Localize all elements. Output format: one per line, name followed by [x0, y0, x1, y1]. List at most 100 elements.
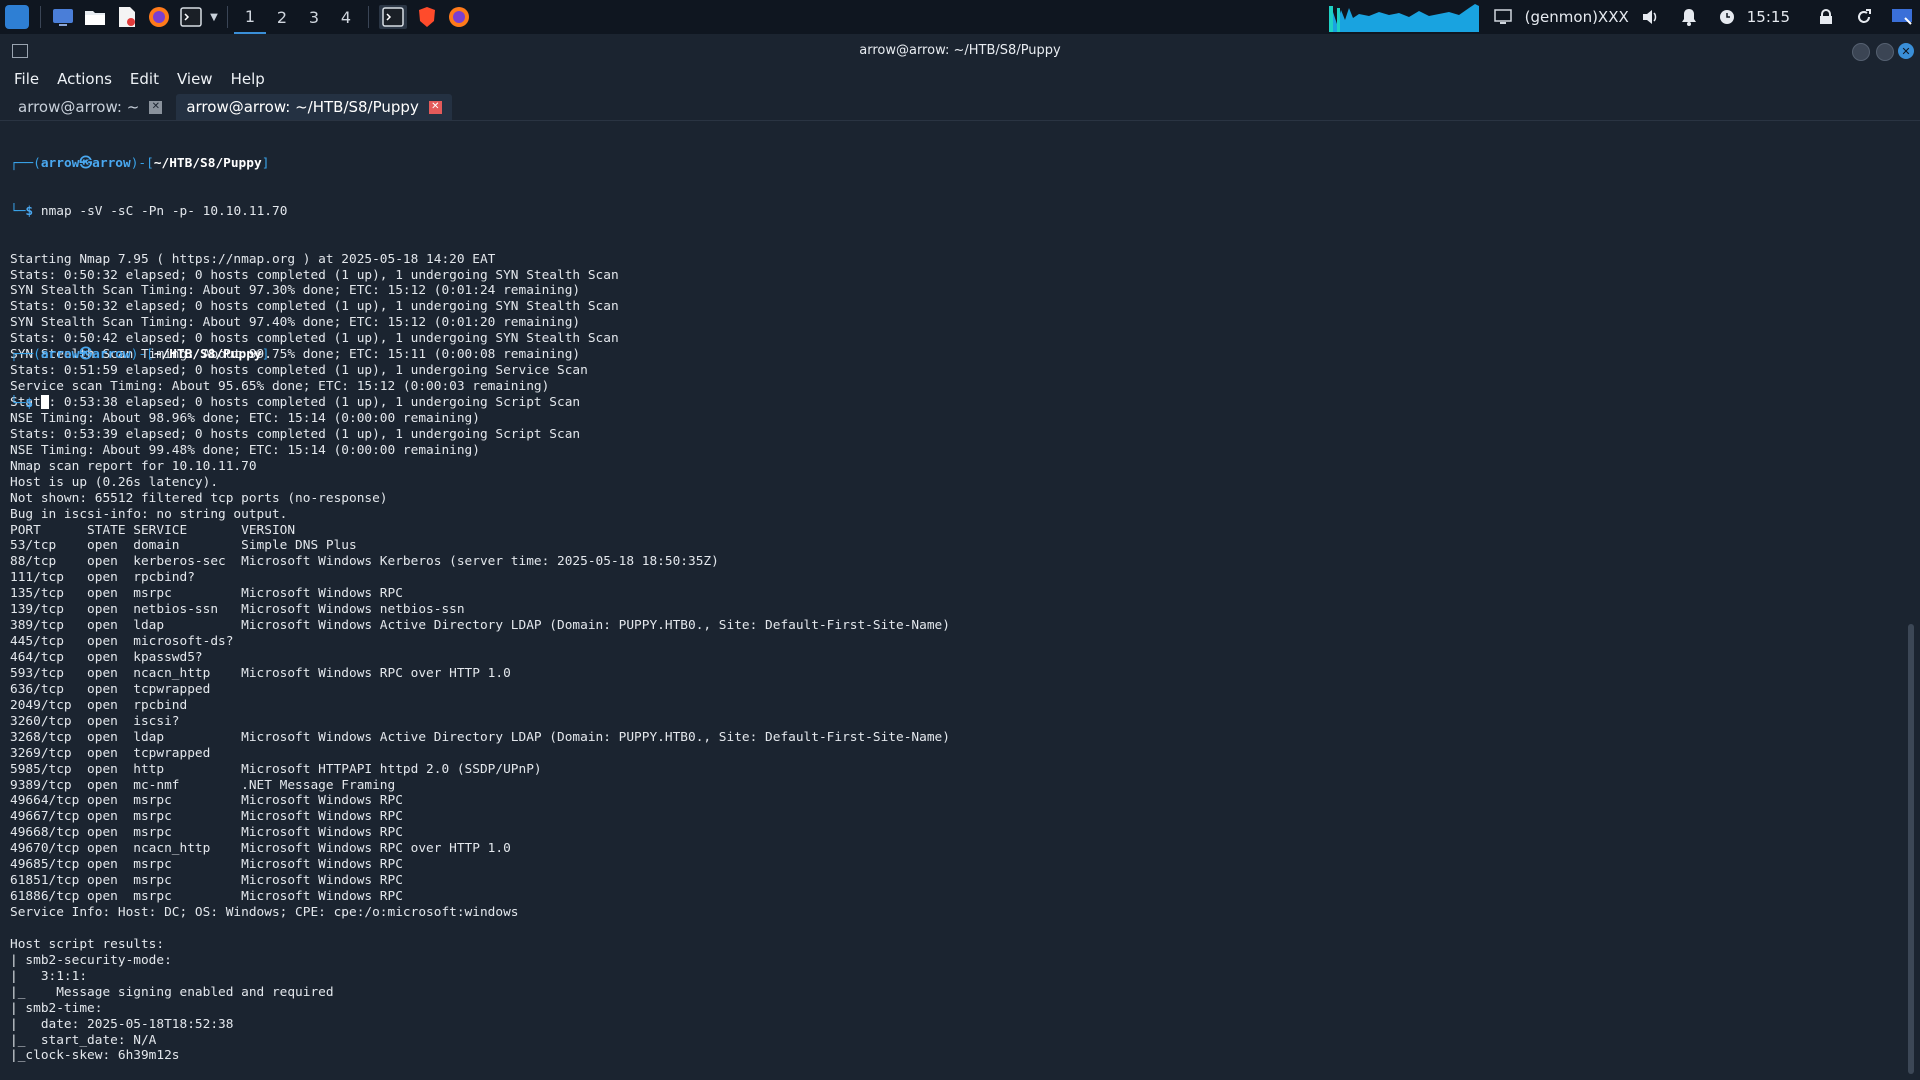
kali-dragon-icon: [5, 5, 29, 29]
output-line: SYN Stealth Scan Timing: About 97.40% do…: [10, 315, 581, 331]
taskbar-terminal[interactable]: [379, 5, 407, 29]
output-line: Service Info: Host: DC; OS: Windows; CPE…: [10, 905, 519, 921]
logout-button[interactable]: [1890, 5, 1914, 29]
text-cursor: [40, 395, 49, 410]
refresh-icon: [1858, 9, 1871, 23]
output-line: 5985/tcp open http Microsoft HTTPAPI htt…: [10, 761, 542, 777]
prompt-host: arrow: [92, 347, 131, 363]
workspace-1[interactable]: 1: [234, 0, 266, 34]
panel-clock[interactable]: 15:15: [1747, 8, 1790, 26]
close-icon: ✕: [151, 101, 161, 112]
output-line: 49670/tcp open ncacn_http Microsoft Wind…: [10, 841, 511, 857]
tab-label: arrow@arrow: ~: [18, 98, 140, 116]
output-line: 61851/tcp open msrpc Microsoft Windows R…: [10, 873, 403, 889]
output-line: 139/tcp open netbios-ssn Microsoft Windo…: [10, 602, 465, 618]
output-line: PORT STATE SERVICE VERSION: [10, 522, 296, 538]
brave-icon: [419, 7, 435, 27]
tab-home[interactable]: arrow@arrow: ~ ✕: [8, 94, 172, 120]
tab-close-button[interactable]: ✕: [428, 100, 442, 114]
terminal-output[interactable]: ┌──(arrow㉿arrow)-[~/HTB/S8/Puppy] └─$ nm…: [10, 124, 1900, 1080]
firefox-icon: [149, 7, 169, 27]
menu-view[interactable]: View: [177, 70, 213, 88]
output-line: Not shown: 65512 filtered tcp ports (no-…: [10, 490, 388, 506]
output-line: 88/tcp open kerberos-sec Microsoft Windo…: [10, 554, 719, 570]
minimize-button[interactable]: [1852, 43, 1870, 61]
refresh-button[interactable]: [1852, 5, 1876, 29]
output-line: Host script results:: [10, 936, 165, 952]
output-line: 3268/tcp open ldap Microsoft Windows Act…: [10, 729, 950, 745]
menu-bar: File Actions Edit View Help: [0, 68, 1920, 90]
output-line: 3269/tcp open tcpwrapped: [10, 745, 211, 761]
output-line: 389/tcp open ldap Microsoft Windows Acti…: [10, 618, 950, 634]
document-icon: [119, 7, 135, 27]
output-line: 49664/tcp open msrpc Microsoft Windows R…: [10, 793, 403, 809]
power-monitor-icon: [1892, 9, 1912, 25]
output-line: 464/tcp open kpasswd5?: [10, 650, 203, 666]
menu-help[interactable]: Help: [231, 70, 265, 88]
panel-separator: [40, 6, 41, 28]
file-manager-launcher[interactable]: [83, 5, 107, 29]
window-title: arrow@arrow: ~/HTB/S8/Puppy: [859, 43, 1061, 58]
maximize-button[interactable]: [1876, 43, 1894, 61]
clock-icon: [1719, 10, 1734, 24]
show-desktop-button[interactable]: [51, 5, 75, 29]
terminal-launcher[interactable]: [179, 5, 203, 29]
text-editor-launcher[interactable]: [115, 5, 139, 29]
taskbar-brave[interactable]: [415, 5, 439, 29]
tab-puppy[interactable]: arrow@arrow: ~/HTB/S8/Puppy ✕: [176, 94, 452, 120]
prompt-line-2: └─$ nmap -sV -sC -Pn -p- 10.10.11.70: [10, 203, 288, 219]
tab-bar: arrow@arrow: ~ ✕ arrow@arrow: ~/HTB/S8/P…: [0, 90, 1920, 121]
speaker-icon: [1642, 10, 1657, 24]
firefox-launcher[interactable]: [147, 5, 171, 29]
output-line: SYN Stealth Scan Timing: About 97.30% do…: [10, 283, 581, 299]
output-line: Stats: 0:50:42 elapsed; 0 hosts complete…: [10, 331, 619, 347]
lock-screen-button[interactable]: [1814, 5, 1838, 29]
output-line: |_ Message signing enabled and required: [10, 984, 334, 1000]
genmon-label[interactable]: (genmon)XXX: [1525, 8, 1629, 26]
desktop-icon: [53, 9, 73, 26]
output-line: 3260/tcp open iscsi?: [10, 713, 180, 729]
window-titlebar[interactable]: arrow@arrow: ~/HTB/S8/Puppy ✕: [0, 34, 1920, 68]
output-line: 2049/tcp open rpcbind: [10, 697, 188, 713]
scrollbar[interactable]: [1908, 624, 1914, 1074]
workspace-4[interactable]: 4: [330, 0, 362, 34]
notifications-button[interactable]: [1677, 5, 1701, 29]
close-button[interactable]: ✕: [1898, 43, 1914, 59]
prompt-user: arrow: [40, 155, 80, 171]
output-line: Nmap scan report for 10.10.11.70: [10, 458, 257, 474]
top-panel: ▼ 1 2 3 4 (genmon)XXX 15:15: [0, 0, 1920, 34]
bell-icon: [1681, 9, 1696, 26]
display-indicator[interactable]: [1491, 5, 1515, 29]
taskbar-firefox[interactable]: [447, 5, 471, 29]
output-line: Stats: 0:50:32 elapsed; 0 hosts complete…: [10, 267, 619, 283]
output-line: Service scan Timing: About 95.65% done; …: [10, 379, 550, 395]
output-line: |_ start_date: N/A: [10, 1032, 157, 1048]
menu-file[interactable]: File: [14, 70, 39, 88]
tab-close-button[interactable]: ✕: [149, 100, 163, 114]
command-output: Starting Nmap 7.95 ( https://nmap.org ) …: [10, 251, 1900, 1064]
panel-separator: [368, 6, 369, 28]
menu-edit[interactable]: Edit: [130, 70, 159, 88]
prompt-user: arrow: [40, 347, 80, 363]
workspace-3[interactable]: 3: [298, 0, 330, 34]
volume-control[interactable]: [1639, 5, 1663, 29]
terminal-window: arrow@arrow: ~/HTB/S8/Puppy ✕ File Actio…: [0, 34, 1920, 1080]
output-line: Starting Nmap 7.95 ( https://nmap.org ) …: [10, 251, 496, 267]
launcher-dropdown[interactable]: ▼: [207, 0, 221, 34]
workspace-2[interactable]: 2: [266, 0, 298, 34]
terminal-icon: [180, 7, 202, 27]
firefox-icon: [449, 7, 469, 27]
output-line: NSE Timing: About 98.96% done; ETC: 15:1…: [10, 410, 480, 426]
app-menu-button[interactable]: [0, 0, 34, 34]
lock-icon: [1820, 9, 1832, 24]
tab-label: arrow@arrow: ~/HTB/S8/Puppy: [186, 98, 419, 116]
output-line: | smb2-security-mode:: [10, 952, 172, 968]
chevron-down-icon: ▼: [210, 11, 218, 23]
clock-icon-button[interactable]: [1715, 5, 1739, 29]
prompt-path: ~/HTB/S8/Puppy: [153, 155, 262, 171]
close-icon: ✕: [431, 101, 440, 112]
output-line: 61886/tcp open msrpc Microsoft Windows R…: [10, 889, 403, 905]
monitor-icon: [1493, 9, 1512, 24]
menu-actions[interactable]: Actions: [57, 70, 112, 88]
